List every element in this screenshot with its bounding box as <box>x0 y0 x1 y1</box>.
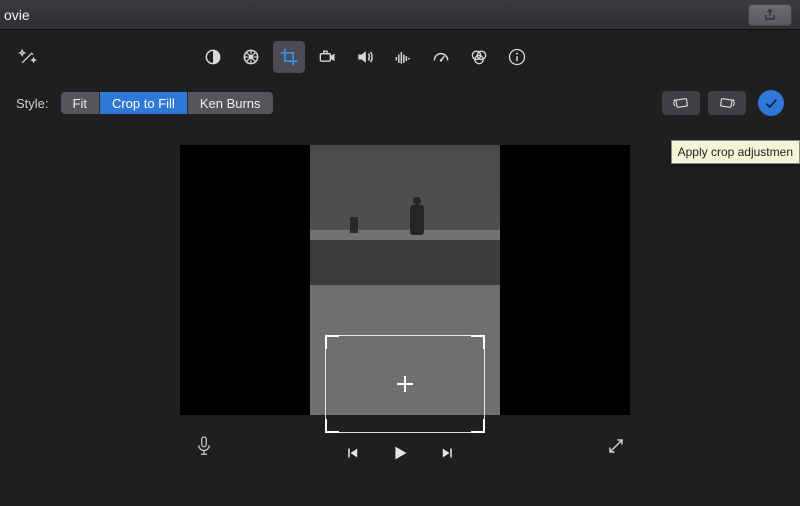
info-icon <box>507 47 527 67</box>
crop-icon <box>279 47 299 67</box>
transport-controls <box>0 428 800 478</box>
share-icon <box>763 8 777 22</box>
previous-frame-button[interactable] <box>337 438 367 468</box>
speed-button[interactable] <box>425 41 457 73</box>
share-button[interactable] <box>748 4 792 26</box>
skip-next-icon <box>439 444 457 462</box>
titlebar: ovie <box>0 0 800 30</box>
adjust-toolbar <box>0 30 800 84</box>
crop-style-row: Style: Fit Crop to Fill Ken Burns <box>0 84 800 122</box>
crop-handle-tr[interactable] <box>471 335 485 349</box>
style-crop-to-fill-button[interactable]: Crop to Fill <box>100 92 188 114</box>
speedometer-icon <box>431 47 451 67</box>
rotate-ccw-icon <box>672 96 690 110</box>
play-button[interactable] <box>385 438 415 468</box>
video-viewer <box>180 145 630 415</box>
filters-icon <box>469 47 489 67</box>
wand-icon <box>18 47 38 67</box>
color-balance-button[interactable] <box>197 41 229 73</box>
equalizer-icon <box>393 47 413 67</box>
microphone-icon <box>195 435 213 457</box>
style-fit-button[interactable]: Fit <box>61 92 100 114</box>
rotate-cw-button[interactable] <box>708 91 746 115</box>
color-balance-icon <box>203 47 223 67</box>
auto-enhance-button[interactable] <box>12 41 44 73</box>
volume-icon <box>355 47 375 67</box>
style-label: Style: <box>16 96 49 111</box>
video-filters-button[interactable] <box>463 41 495 73</box>
camera-icon <box>317 47 337 67</box>
volume-button[interactable] <box>349 41 381 73</box>
window-title: ovie <box>4 7 30 23</box>
crop-handle-tl[interactable] <box>325 335 339 349</box>
crop-selection-box[interactable] <box>325 335 485 433</box>
apply-crop-tooltip: Apply crop adjustmen <box>671 140 800 164</box>
next-frame-button[interactable] <box>433 438 463 468</box>
crop-button[interactable] <box>273 41 305 73</box>
play-icon <box>389 442 411 464</box>
expand-icon <box>607 437 625 455</box>
stabilization-button[interactable] <box>311 41 343 73</box>
apply-crop-button[interactable] <box>758 90 784 116</box>
color-correction-button[interactable] <box>235 41 267 73</box>
style-segmented-control: Fit Crop to Fill Ken Burns <box>61 92 273 114</box>
checkmark-icon <box>763 95 779 111</box>
skip-previous-icon <box>343 444 361 462</box>
noise-reduction-button[interactable] <box>387 41 419 73</box>
color-wheel-icon <box>241 47 261 67</box>
style-ken-burns-button[interactable]: Ken Burns <box>188 92 273 114</box>
rotate-cw-icon <box>718 96 736 110</box>
fullscreen-button[interactable] <box>602 432 630 460</box>
rotate-ccw-button[interactable] <box>662 91 700 115</box>
voiceover-button[interactable] <box>190 432 218 460</box>
crop-center-cross <box>397 376 413 392</box>
info-button[interactable] <box>501 41 533 73</box>
